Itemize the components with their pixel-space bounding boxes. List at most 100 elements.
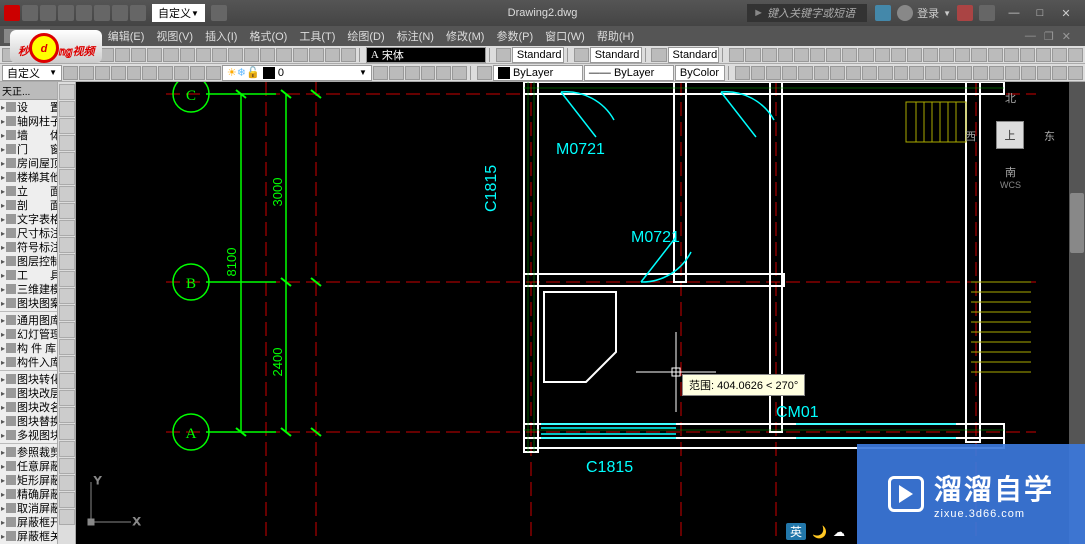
toolbar-icon[interactable] — [212, 48, 227, 62]
sidebar-item[interactable]: ▸多视图块 — [0, 428, 57, 442]
sidebar-item[interactable]: ▸尺寸标注 — [0, 226, 57, 240]
redo-icon[interactable] — [130, 5, 146, 21]
toolbar-icon[interactable] — [842, 48, 857, 62]
layer-tool-icon[interactable] — [436, 66, 451, 80]
menu-insert[interactable]: 插入(I) — [199, 28, 243, 44]
draw-tool-button[interactable] — [59, 492, 75, 508]
mleaderstyle-icon[interactable] — [651, 48, 666, 62]
qat-more-icon[interactable] — [211, 5, 227, 21]
infocenter-icon[interactable] — [875, 5, 891, 21]
help-icon[interactable] — [979, 5, 995, 21]
lineweight-combo[interactable]: ByColor — [675, 65, 725, 81]
doc-restore-button[interactable]: ❐ — [1044, 30, 1054, 43]
toolbar-icon[interactable] — [309, 48, 324, 62]
draw-tool-button[interactable] — [59, 407, 75, 423]
sidebar-item[interactable]: ▸屏蔽框开 — [0, 515, 57, 529]
draw-tool-button[interactable] — [59, 288, 75, 304]
sidebar-item[interactable]: ▸取消屏蔽 — [0, 501, 57, 515]
draw-tool-button[interactable] — [59, 373, 75, 389]
toolbar-icon[interactable] — [325, 48, 340, 62]
toolbar-icon[interactable] — [341, 48, 356, 62]
undo-icon[interactable] — [112, 5, 128, 21]
menu-edit[interactable]: 编辑(E) — [102, 28, 151, 44]
save-icon[interactable] — [58, 5, 74, 21]
toolbar-icon[interactable] — [891, 48, 906, 62]
toolbar-icon[interactable] — [875, 48, 890, 62]
sidebar-item[interactable]: ▸参照裁剪 — [0, 445, 57, 459]
toolbar-icon[interactable] — [778, 48, 793, 62]
sidebar-item[interactable]: ▸屏蔽框关 — [0, 529, 57, 543]
scrollbar-thumb[interactable] — [1070, 193, 1084, 253]
status-ime[interactable]: 英 🌙☁ — [786, 523, 845, 540]
toolbar-icon[interactable] — [1004, 48, 1019, 62]
toolbar-icon[interactable] — [810, 48, 825, 62]
toolbar-icon[interactable] — [907, 48, 922, 62]
draw-tool-button[interactable] — [59, 390, 75, 406]
sidebar-item[interactable]: ▸文字表格 — [0, 212, 57, 226]
toolbar-icon[interactable] — [131, 48, 146, 62]
toolbar-icon[interactable] — [1068, 48, 1083, 62]
layer-tool-icon[interactable] — [111, 66, 126, 80]
misc-tool-icon[interactable] — [1052, 66, 1067, 80]
toolbar-icon[interactable] — [276, 48, 291, 62]
sidebar-item[interactable]: ▸剖 面 — [0, 198, 57, 212]
doc-minimize-button[interactable]: — — [1025, 30, 1036, 43]
layer-tool-icon[interactable] — [158, 66, 173, 80]
draw-tool-button[interactable] — [59, 254, 75, 270]
menu-parametric[interactable]: 参数(P) — [490, 28, 539, 44]
menu-draw[interactable]: 绘图(D) — [341, 28, 390, 44]
misc-tool-icon[interactable] — [1037, 66, 1052, 80]
toolbar-icon[interactable] — [1052, 48, 1067, 62]
toolbar-icon[interactable] — [228, 48, 243, 62]
layer-tool-icon[interactable] — [421, 66, 436, 80]
draw-tool-button[interactable] — [59, 271, 75, 287]
sidebar-item[interactable]: ▸三维建模 — [0, 282, 57, 296]
misc-tool-icon[interactable] — [925, 66, 940, 80]
sidebar-item[interactable]: ▸构件入库 — [0, 355, 57, 369]
sidebar-item[interactable]: ▸楼梯其他 — [0, 170, 57, 184]
login-button[interactable]: 登录 ▼ — [897, 5, 951, 21]
misc-tool-icon[interactable] — [814, 66, 829, 80]
sidebar-item[interactable]: ▸图块改层 — [0, 386, 57, 400]
toolbar-icon[interactable] — [858, 48, 873, 62]
sidebar-item[interactable]: ▸符号标注 — [0, 240, 57, 254]
toolbar-icon[interactable] — [244, 48, 259, 62]
draw-tool-button[interactable] — [59, 101, 75, 117]
layer-tool-icon[interactable] — [206, 66, 221, 80]
layer-tool-icon[interactable] — [127, 66, 142, 80]
open-icon[interactable] — [40, 5, 56, 21]
minimize-button[interactable]: — — [1005, 7, 1023, 20]
misc-tool-icon[interactable] — [735, 66, 750, 80]
dimstyle-icon[interactable] — [496, 48, 511, 62]
sidebar-item[interactable]: ▸工 具 — [0, 268, 57, 282]
new-icon[interactable] — [22, 5, 38, 21]
wcs-label[interactable]: WCS — [1000, 180, 1021, 190]
misc-tool-icon[interactable] — [973, 66, 988, 80]
misc-tool-icon[interactable] — [989, 66, 1004, 80]
draw-tool-button[interactable] — [59, 237, 75, 253]
sidebar-item[interactable]: ▸构 件 库 — [0, 341, 57, 355]
workspace-selector[interactable]: 自定义 ▼ — [152, 4, 205, 22]
toolbar-icon[interactable] — [971, 48, 986, 62]
misc-tool-icon[interactable] — [1021, 66, 1036, 80]
misc-tool-icon[interactable] — [782, 66, 797, 80]
draw-tool-button[interactable] — [59, 509, 75, 525]
toolbar-icon[interactable] — [955, 48, 970, 62]
draw-tool-button[interactable] — [59, 135, 75, 151]
sidebar-item[interactable]: ▸矩形屏蔽 — [0, 473, 57, 487]
toolbar-icon[interactable] — [180, 48, 195, 62]
toolbar-icon[interactable] — [794, 48, 809, 62]
draw-tool-button[interactable] — [59, 220, 75, 236]
layer-tool-icon[interactable] — [389, 66, 404, 80]
app-logo-icon[interactable] — [4, 5, 20, 21]
viewcube[interactable]: 北 南 西 东 上 WCS — [965, 90, 1055, 180]
toolbar-icon[interactable] — [163, 48, 178, 62]
misc-tool-icon[interactable] — [1068, 66, 1083, 80]
misc-tool-icon[interactable] — [846, 66, 861, 80]
sidebar-item[interactable]: ▸房间屋顶 — [0, 156, 57, 170]
toolbar-icon[interactable] — [745, 48, 760, 62]
linetype-combo[interactable]: —— ByLayer — [584, 65, 674, 81]
menu-view[interactable]: 视图(V) — [150, 28, 199, 44]
draw-tool-button[interactable] — [59, 152, 75, 168]
sidebar-item[interactable]: ▸通用图库 — [0, 313, 57, 327]
